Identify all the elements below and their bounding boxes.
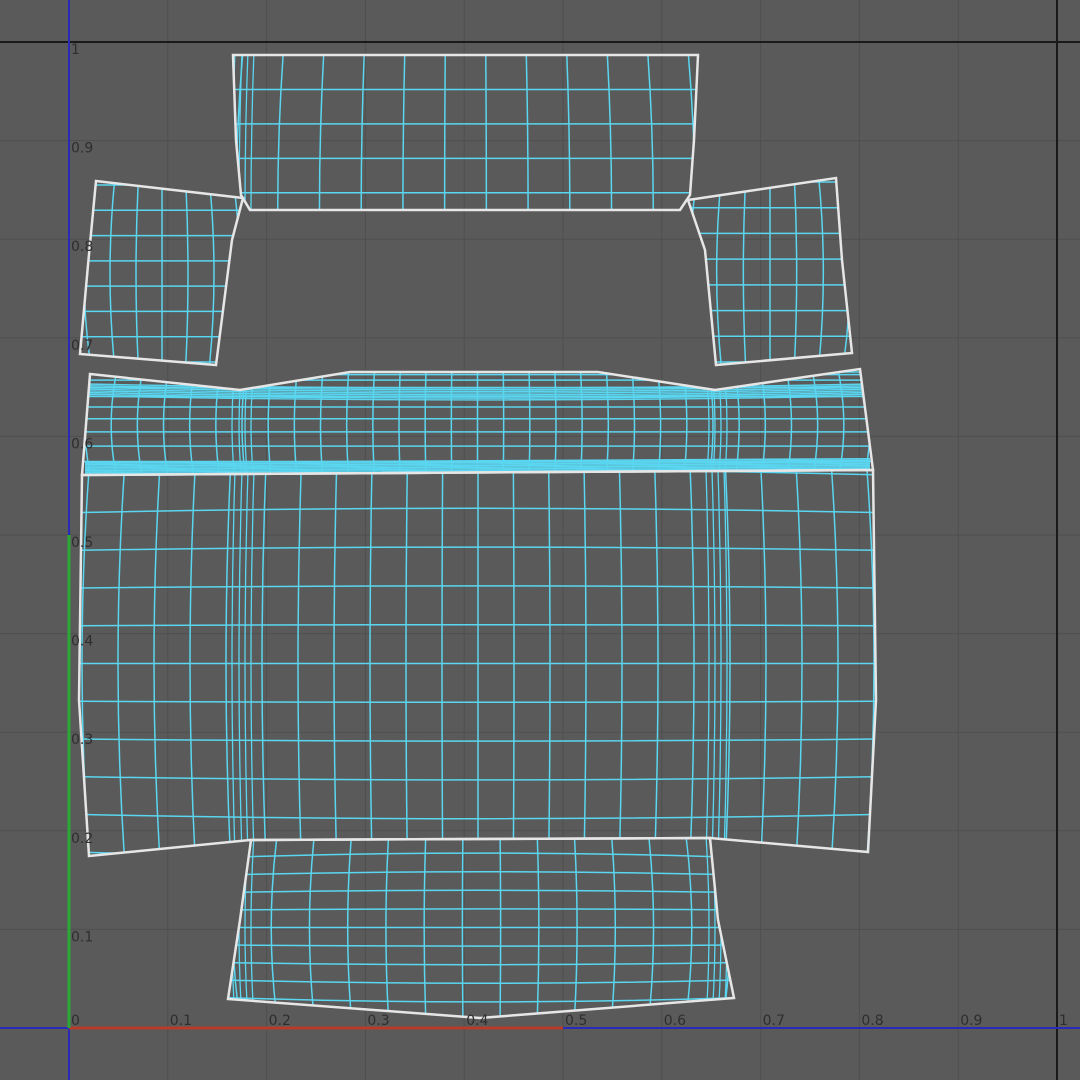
uv-edge-u	[232, 181, 241, 365]
u-tick-label: 0.1	[170, 1013, 192, 1029]
v-tick-label: 0.6	[71, 436, 93, 452]
u-tick-label: 0.8	[861, 1013, 883, 1029]
u-tick-label: 0	[71, 1013, 80, 1029]
uv-shell-main-body[interactable]	[72, 468, 884, 858]
uv-wireframe-bottom-flap	[228, 838, 734, 1018]
uv-edge-u	[793, 178, 798, 365]
v-tick-label: 0.2	[71, 831, 93, 847]
v-tick-label: 0.4	[71, 634, 93, 650]
uv-edge-u	[742, 178, 747, 365]
v-tick-label: 0.5	[71, 535, 93, 551]
uv-edge-u	[109, 181, 116, 365]
u-tick-label: 0.5	[565, 1013, 587, 1029]
v-tick-label: 0.9	[71, 141, 93, 157]
uv-edge-v	[228, 979, 734, 985]
uv-edge-u	[817, 178, 825, 365]
uv-edge-u	[722, 838, 731, 1018]
uv-edge-v	[228, 996, 734, 1003]
v-tick-label: 1	[71, 42, 80, 58]
u-tick-label: 0.7	[763, 1013, 785, 1029]
uv-edge-loop	[231, 838, 236, 1018]
uv-edge-v	[228, 961, 734, 966]
u-tick-label: 0.4	[466, 1013, 488, 1029]
uv-edge-v	[228, 870, 734, 876]
uv-edge-v	[228, 908, 734, 911]
uv-edge-loop	[244, 55, 249, 210]
uv-axes	[0, 0, 1080, 1080]
uv-edge-loop	[706, 50, 709, 370]
v-tick-label: 0.7	[71, 338, 93, 354]
uv-shell-right-flap[interactable]	[680, 176, 860, 367]
u-tick-label: 0.3	[367, 1013, 389, 1029]
uv-shell-top-flap[interactable]	[226, 50, 727, 370]
uv-edge-u	[208, 181, 215, 365]
uv-wireframe-left-flap	[80, 181, 243, 365]
uv-editor-viewport[interactable]: 0 0.1 0.2 0.3 0.4 0.5 0.6 0.7 0.8 0.9 1 0.1 0.2 0.3 0.…	[0, 0, 1080, 1080]
uv-shell-left-flap[interactable]	[74, 179, 250, 367]
uv-grid	[0, 0, 1080, 1080]
uv-edge-u	[715, 178, 723, 365]
uv-edge-u	[184, 181, 189, 365]
v-tick-label: 0.8	[71, 239, 93, 255]
u-tick-label: 0.2	[269, 1013, 291, 1029]
uv-edge-u	[135, 181, 140, 365]
u-tick-label: 0.9	[960, 1013, 982, 1029]
v-tick-label: 0.3	[71, 732, 93, 748]
uv-shell-bevel-strip[interactable]	[75, 367, 880, 483]
uv-edge-v	[228, 889, 734, 894]
uv-shell-border	[231, 53, 700, 212]
uv-wireframe-main-body	[79, 470, 876, 856]
uv-shell-bottom-flap[interactable]	[223, 835, 740, 1021]
uv-canvas[interactable]: 0 0.1 0.2 0.3 0.4 0.5 0.6 0.7 0.8 0.9 1 0.1 0.2 0.3 0.…	[0, 0, 1080, 1080]
uv-edge-v	[228, 944, 734, 947]
u-tick-label: 0.6	[664, 1013, 686, 1029]
uv-edge-loop	[724, 50, 727, 370]
u-tick-label: 1	[1059, 1013, 1068, 1029]
uv-edge-v	[228, 852, 734, 859]
v-tick-label: 0.1	[71, 929, 93, 945]
